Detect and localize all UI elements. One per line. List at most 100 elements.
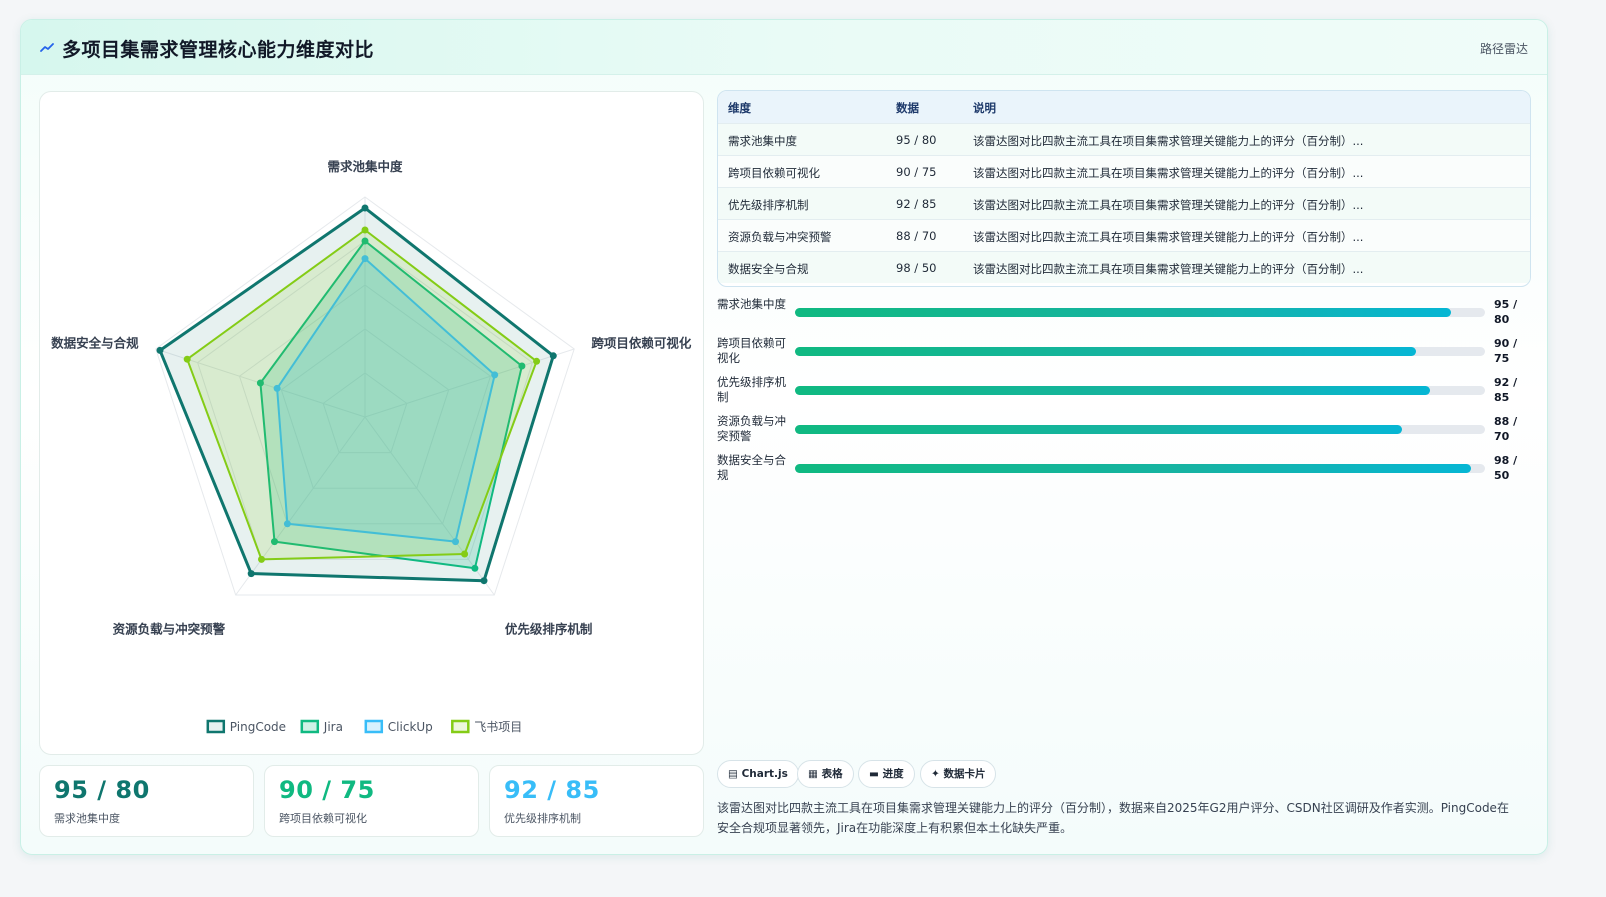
table-row: 数据安全与合规 98 / 50 该雷达图对比四款主流工具在项目集需求管理关键能力… — [718, 251, 1530, 283]
kpi-label: 需求池集中度 — [54, 812, 120, 825]
progress-value: 95 / 80 — [1494, 298, 1518, 326]
radar-data-point — [156, 346, 164, 354]
table-icon: ▦ — [808, 768, 818, 780]
card-header: 多项目集需求管理核心能力维度对比 路径雷达 — [21, 20, 1547, 75]
table-header-cell: 说明 — [973, 101, 996, 115]
legend-label: 飞书项目 — [474, 720, 522, 734]
legend-swatch — [206, 719, 226, 734]
progress-list: 需求池集中度 95 / 80 跨项目依赖可视化 90 / 75 优先级排序机制 … — [717, 297, 1531, 497]
table-cell-data: 98 / 50 — [896, 261, 937, 275]
radar-data-point — [258, 555, 265, 563]
kpi-value: 95 / 80 — [54, 776, 150, 804]
progress-item: 数据安全与合规 98 / 50 — [717, 453, 1531, 489]
radar-data-point — [361, 226, 369, 234]
progress-value: 88 / 70 — [1494, 415, 1518, 443]
radar-data-point — [247, 570, 255, 578]
table-row: 需求池集中度 95 / 80 该雷达图对比四款主流工具在项目集需求管理关键能力上… — [718, 123, 1530, 155]
progress-label: 优先级排序机制 — [717, 375, 786, 404]
progress-value: 98 / 50 — [1494, 454, 1518, 482]
progress-value: 90 / 75 — [1494, 337, 1518, 365]
chart-icon: ▤ — [728, 768, 738, 780]
page-title: 多项目集需求管理核心能力维度对比 — [62, 39, 375, 61]
radar-data-point — [361, 204, 369, 212]
table-cell-description: 该雷达图对比四款主流工具在项目集需求管理关键能力上的评分（百分制）... — [973, 230, 1364, 244]
radar-data-point — [549, 352, 557, 360]
chip-label: 数据卡片 — [943, 768, 986, 780]
progress-track — [795, 386, 1485, 395]
progress-track — [795, 347, 1485, 356]
radar-chart: 需求池集中度跨项目依赖可视化优先级排序机制 资源负载与冲突预警 数据安全与合规 Pin… — [50, 159, 692, 734]
progress-fill — [795, 464, 1472, 473]
progress-fill — [795, 386, 1430, 395]
kpi-card-2: 90 / 75 跨项目依赖可视化 — [264, 765, 479, 837]
progress-label: 资源负载与冲突预警 — [717, 414, 786, 443]
progress-item: 跨项目依赖可视化 90 / 75 — [717, 336, 1531, 372]
chip-label: Chart.js — [741, 768, 788, 780]
radar-axis-label: 资源负载与冲突预警 — [113, 622, 226, 637]
progress-label: 需求池集中度 — [717, 297, 786, 311]
table-header-cell: 维度 — [728, 101, 751, 115]
radar-axis-label: 数据安全与合规 — [50, 336, 139, 351]
progress-track — [795, 464, 1485, 473]
chip-label: 进度 — [882, 768, 904, 780]
legend-label: PingCode — [230, 720, 286, 734]
radar-data-point — [533, 357, 541, 365]
radar-data-point — [461, 550, 469, 558]
kpi-label: 跨项目依赖可视化 — [279, 812, 367, 825]
progress-item: 需求池集中度 95 / 80 — [717, 297, 1531, 333]
progress-label: 跨项目依赖可视化 — [717, 336, 786, 365]
table-header-row: 维度 数据 说明 — [718, 91, 1530, 123]
table-row: 跨项目依赖可视化 90 / 75 该雷达图对比四款主流工具在项目集需求管理关键能… — [718, 155, 1530, 187]
radar-data-point — [183, 355, 191, 363]
table-cell-dimension: 优先级排序机制 — [728, 198, 809, 212]
chip-chartjs[interactable]: ▤ Chart.js — [717, 760, 799, 788]
chip-table[interactable]: ▦ 表格 — [797, 760, 854, 788]
table-cell-dimension: 数据安全与合规 — [728, 262, 809, 276]
legend-label: Jira — [323, 720, 343, 734]
chip-data-card[interactable]: ✦ 数据卡片 — [920, 760, 997, 788]
legend-swatch — [451, 719, 470, 734]
table-cell-description: 该雷达图对比四款主流工具在项目集需求管理关键能力上的评分（百分制）... — [973, 198, 1364, 212]
table-cell-dimension: 需求池集中度 — [728, 134, 797, 148]
progress-track — [795, 308, 1485, 317]
table-row: 优先级排序机制 92 / 85 该雷达图对比四款主流工具在项目集需求管理关键能力… — [718, 187, 1530, 219]
legend-swatch — [364, 719, 384, 734]
progress-icon: ▬ — [869, 768, 879, 780]
table-cell-data: 88 / 70 — [896, 229, 937, 243]
radar-data-point — [480, 577, 488, 585]
table-cell-description: 该雷达图对比四款主流工具在项目集需求管理关键能力上的评分（百分制）... — [973, 166, 1364, 180]
chip-label: 表格 — [821, 768, 843, 780]
legend-label: ClickUp — [388, 720, 433, 734]
data-table: 维度 数据 说明 需求池集中度 95 / 80 该雷达图对比四款主流工具在项目集… — [717, 90, 1531, 287]
table-cell-dimension: 跨项目依赖可视化 — [728, 166, 820, 180]
progress-fill — [795, 425, 1403, 434]
legend-swatch — [300, 719, 320, 734]
table-cell-description: 该雷达图对比四款主流工具在项目集需求管理关键能力上的评分（百分制）... — [973, 134, 1364, 148]
chip-progress[interactable]: ▬ 进度 — [858, 760, 915, 788]
table-cell-description: 该雷达图对比四款主流工具在项目集需求管理关键能力上的评分（百分制）... — [973, 262, 1364, 276]
table-cell-data: 95 / 80 — [896, 133, 937, 147]
table-cell-dimension: 资源负载与冲突预警 — [728, 230, 832, 244]
table-header-cell: 数据 — [896, 101, 919, 115]
progress-item: 资源负载与冲突预警 88 / 70 — [717, 414, 1531, 450]
sparkle-icon: ✦ — [931, 768, 940, 780]
table-cell-data: 92 / 85 — [896, 197, 937, 211]
header-tag: 路径雷达 — [1479, 42, 1528, 56]
table-cell-data: 90 / 75 — [896, 165, 937, 179]
progress-track — [795, 425, 1485, 434]
chart-description: 该雷达图对比四款主流工具在项目集需求管理关键能力上的评分（百分制），数据来自20… — [717, 801, 1509, 835]
progress-label: 数据安全与合规 — [717, 453, 786, 482]
dashboard-card: 多项目集需求管理核心能力维度对比 路径雷达 需求池集中度 跨项目依赖可视化 优先级排… — [20, 19, 1548, 855]
kpi-label: 优先级排序机制 — [504, 812, 581, 825]
kpi-card-1: 95 / 80 需求池集中度 — [39, 765, 254, 837]
radar-data-point — [471, 564, 479, 572]
radar-chart-panel: 需求池集中度 跨项目依赖可视化 优先级排序机制 资源负载与冲突预警 数据安全与合规 Pin… — [39, 91, 704, 755]
progress-item: 优先级排序机制 92 / 85 — [717, 375, 1531, 411]
radar-axis-label: 跨项目依赖可视化 — [591, 336, 692, 351]
kpi-value: 92 / 85 — [504, 776, 600, 804]
progress-value: 92 / 85 — [1494, 376, 1518, 404]
kpi-card-3: 92 / 85 优先级排序机制 — [489, 765, 704, 837]
kpi-value: 90 / 75 — [279, 776, 375, 804]
radar-axis-label: 需求池集中度 — [327, 159, 403, 174]
progress-fill — [795, 347, 1416, 356]
